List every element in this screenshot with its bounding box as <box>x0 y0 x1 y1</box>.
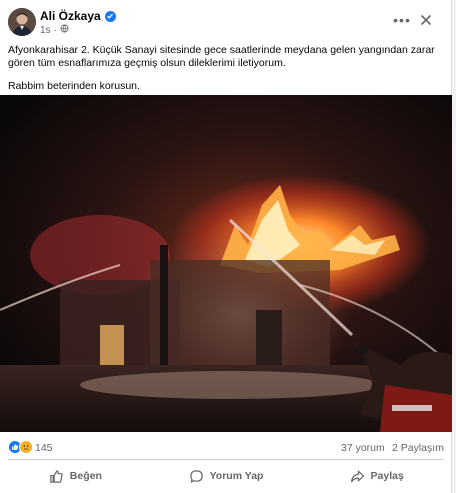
post-header: Ali Özkaya 1s · ••• <box>0 0 452 40</box>
share-icon <box>350 470 364 482</box>
close-button[interactable] <box>416 10 436 30</box>
more-options-button[interactable]: ••• <box>392 10 412 30</box>
thumbs-up-icon <box>50 469 63 483</box>
share-label: Paylaş <box>370 470 404 482</box>
comment-count-link[interactable]: 37 yorum <box>341 442 385 454</box>
sad-icon <box>19 440 33 454</box>
close-icon <box>420 14 432 26</box>
post-stats: 145 37 yorum 2 Paylaşım <box>0 438 452 458</box>
action-bar: Beğen Yorum Yap Paylaş <box>0 461 452 491</box>
post-photo[interactable] <box>0 95 452 432</box>
like-button[interactable]: Beğen <box>0 461 151 491</box>
comment-icon <box>189 469 203 483</box>
author-row: Ali Özkaya <box>40 9 116 23</box>
more-icon: ••• <box>393 12 411 28</box>
post-paragraph: Afyonkarahisar 2. Küçük Sanayi sitesinde… <box>8 44 435 69</box>
separator: · <box>53 24 57 36</box>
verified-badge-icon <box>104 10 116 22</box>
comment-label: Yorum Yap <box>209 470 264 482</box>
globe-icon <box>60 24 69 36</box>
share-button[interactable]: Paylaş <box>301 461 452 491</box>
post-meta: 1s · <box>40 24 69 36</box>
divider <box>8 459 444 460</box>
post-card: Ali Özkaya 1s · ••• Afyonkarahisar 2. Kü… <box>0 0 452 493</box>
reaction-count[interactable]: 145 <box>35 442 53 454</box>
reaction-icons[interactable] <box>8 440 33 454</box>
post-timestamp[interactable]: 1s <box>40 25 51 36</box>
post-paragraph: Rabbim beterinden korusun. <box>8 80 140 92</box>
share-count-link[interactable]: 2 Paylaşım <box>392 442 444 454</box>
author-name[interactable]: Ali Özkaya <box>40 9 101 23</box>
like-label: Beğen <box>69 470 102 482</box>
comment-button[interactable]: Yorum Yap <box>151 461 302 491</box>
avatar[interactable] <box>8 8 36 36</box>
